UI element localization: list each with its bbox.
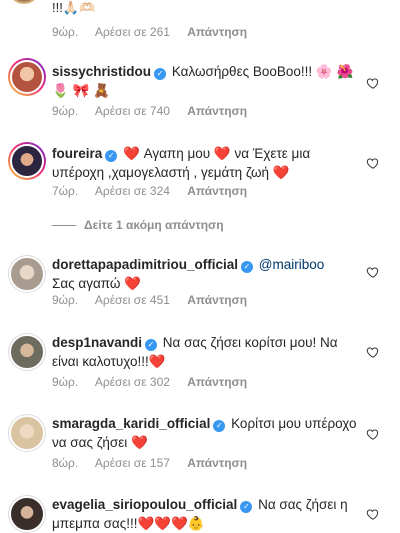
avatar[interactable] (8, 255, 46, 293)
comment-time: 7ώρ. (52, 184, 79, 198)
like-heart-icon[interactable] (366, 345, 380, 359)
reply-button[interactable]: Απάντηση (187, 456, 247, 470)
comment-text: !!!🙏🏻🫶🏻 (52, 0, 96, 15)
avatar[interactable] (8, 414, 46, 452)
view-more-replies-label: Δείτε 1 ακόμη απάντηση (84, 218, 224, 232)
divider (52, 225, 76, 227)
verified-badge-icon: ✓ (145, 339, 158, 351)
like-heart-icon[interactable] (366, 507, 380, 521)
verified-badge-icon: ✓ (105, 150, 118, 162)
like-heart-icon[interactable] (366, 156, 380, 170)
comment-text: Σας αγαπώ ❤️ (52, 276, 141, 291)
comment-username[interactable]: desp1navandi (52, 335, 142, 350)
comment-body: smaragda_karidi_official ✓ Κορίτσι μου υπ… (52, 414, 364, 452)
comment-likes[interactable]: Αρέσει σε 302 (95, 375, 170, 389)
like-heart-icon[interactable] (366, 427, 380, 441)
reply-button[interactable]: Απάντηση (187, 25, 247, 39)
verified-badge-icon: ✓ (241, 261, 254, 273)
comment-time: 9ώρ. (52, 293, 79, 307)
comment-meta: 9ώρ. Αρέσει σε 261 Απάντηση (52, 24, 261, 40)
comment-time: 9ώρ. (52, 25, 79, 39)
comment-likes[interactable]: Αρέσει σε 261 (95, 25, 170, 39)
reply-button[interactable]: Απάντηση (187, 104, 247, 118)
comment-body: sissychristidou ✓ Καλωσήρθες BooBoo!!! 🌸 … (52, 62, 364, 100)
previous-comment-remnant: !!!🙏🏻🫶🏻 9ώρ. Αρέσει σε 261 Απάντηση (0, 0, 400, 40)
comment-likes[interactable]: Αρέσει σε 451 (95, 293, 170, 307)
comment-username[interactable]: dorettapapadimitriou_official (52, 257, 238, 272)
view-more-replies-button[interactable]: Δείτε 1 ακόμη απάντηση (52, 217, 224, 233)
comment-likes[interactable]: Αρέσει σε 157 (95, 456, 170, 470)
comment-likes[interactable]: Αρέσει σε 324 (95, 184, 170, 198)
reply-button[interactable]: Απάντηση (187, 375, 247, 389)
comment-username[interactable]: foureira (52, 146, 102, 161)
comment-meta: 9ώρ. Αρέσει σε 451 Απάντηση (52, 292, 261, 308)
comment-meta: 9ώρ. Αρέσει σε 740 Απάντηση (52, 103, 261, 119)
comment-time: 8ώρ. (52, 456, 79, 470)
avatar[interactable] (8, 495, 46, 533)
avatar[interactable] (8, 333, 46, 371)
comment-body: foureira ✓ ❤️ Αγαπη μου ❤️ να Έχετε μια υ… (52, 144, 364, 182)
comment-meta: 8ώρ. Αρέσει σε 157 Απάντηση (52, 455, 261, 471)
comment-body: dorettapapadimitriou_official ✓ @mairiboo… (52, 255, 364, 293)
avatar[interactable] (8, 142, 46, 180)
comment-body: desp1navandi ✓ Να σας ζήσει κορίτσι μου! … (52, 333, 364, 371)
like-heart-icon[interactable] (366, 76, 380, 90)
comment-meta: 9ώρ. Αρέσει σε 302 Απάντηση (52, 374, 261, 390)
avatar[interactable] (8, 58, 46, 96)
verified-badge-icon: ✓ (154, 68, 167, 80)
comment-username[interactable]: sissychristidou (52, 64, 151, 79)
comment-mention[interactable]: @mairiboo (259, 257, 324, 272)
verified-badge-icon: ✓ (240, 501, 253, 513)
comment-likes[interactable]: Αρέσει σε 740 (95, 104, 170, 118)
comment-time: 9ώρ. (52, 104, 79, 118)
like-heart-icon[interactable] (366, 265, 380, 279)
comment-username[interactable]: smaragda_karidi_official (52, 416, 210, 431)
reply-button[interactable]: Απάντηση (187, 293, 247, 307)
comment-meta: 7ώρ. Αρέσει σε 324 Απάντηση (52, 183, 261, 199)
comment-body: evagelia_siriopoulou_official ✓ Να σας ζή… (52, 495, 364, 533)
reply-button[interactable]: Απάντηση (187, 184, 247, 198)
comment-time: 9ώρ. (52, 375, 79, 389)
comment-username[interactable]: evagelia_siriopoulou_official (52, 497, 237, 512)
avatar[interactable] (8, 0, 40, 4)
verified-badge-icon: ✓ (213, 420, 226, 432)
